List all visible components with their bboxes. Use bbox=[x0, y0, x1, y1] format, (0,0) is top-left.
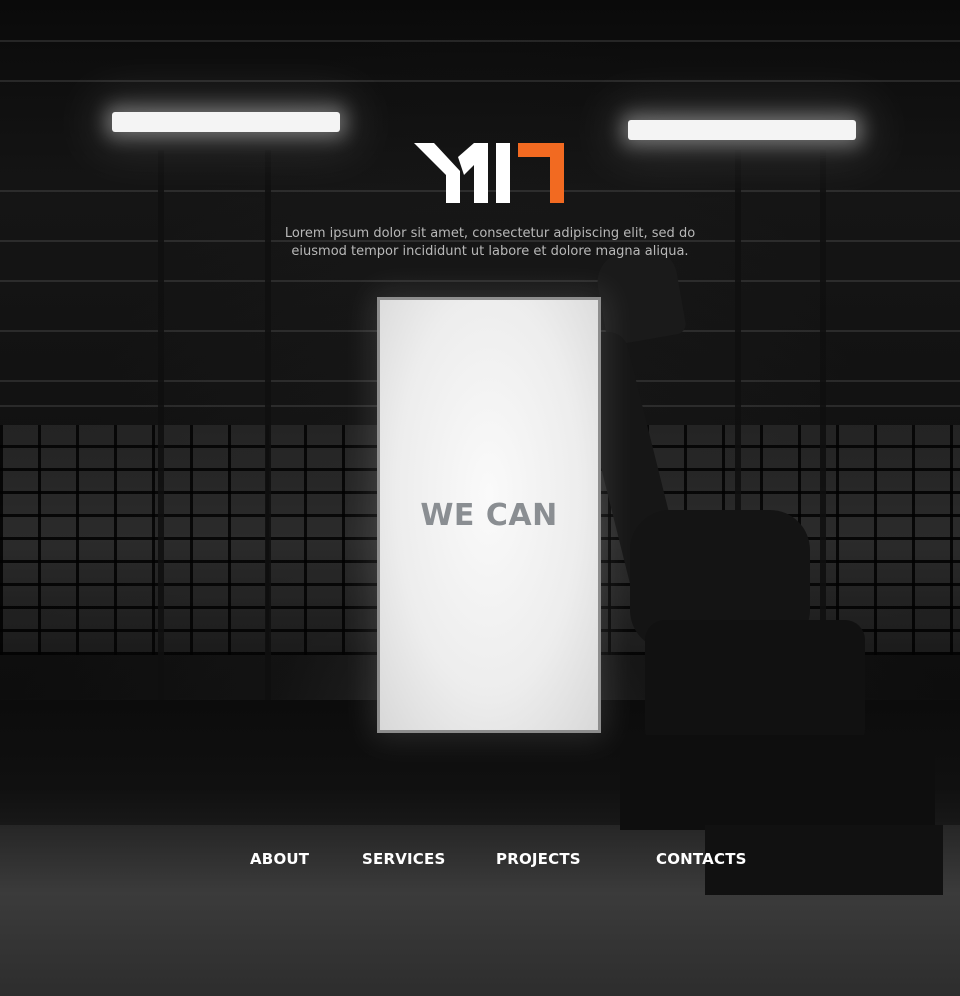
main-navigation: ABOUT SERVICES PROJECTS CONTACTS bbox=[0, 850, 960, 874]
brand-logo[interactable] bbox=[412, 135, 568, 205]
nav-projects-link[interactable]: PROJECTS bbox=[496, 850, 581, 868]
nav-contacts-link[interactable]: CONTACTS bbox=[656, 850, 747, 868]
lightbox-title: WE CAN bbox=[420, 497, 558, 533]
hero-background: Lorem ipsum dolor sit amet, consectetur … bbox=[0, 0, 960, 996]
nav-about-link[interactable]: ABOUT bbox=[250, 850, 309, 868]
tagline-line-1: Lorem ipsum dolor sit amet, consectetur … bbox=[284, 226, 696, 241]
we-can-lightbox: WE CAN bbox=[380, 300, 598, 730]
tagline-line-2: eiusmod tempor incididunt ut labore et d… bbox=[291, 244, 689, 259]
ceiling-light-right bbox=[628, 120, 856, 140]
ceiling-light-left bbox=[112, 112, 340, 132]
hero-tagline: Lorem ipsum dolor sit amet, consectetur … bbox=[240, 225, 740, 261]
nav-services-link[interactable]: SERVICES bbox=[362, 850, 445, 868]
